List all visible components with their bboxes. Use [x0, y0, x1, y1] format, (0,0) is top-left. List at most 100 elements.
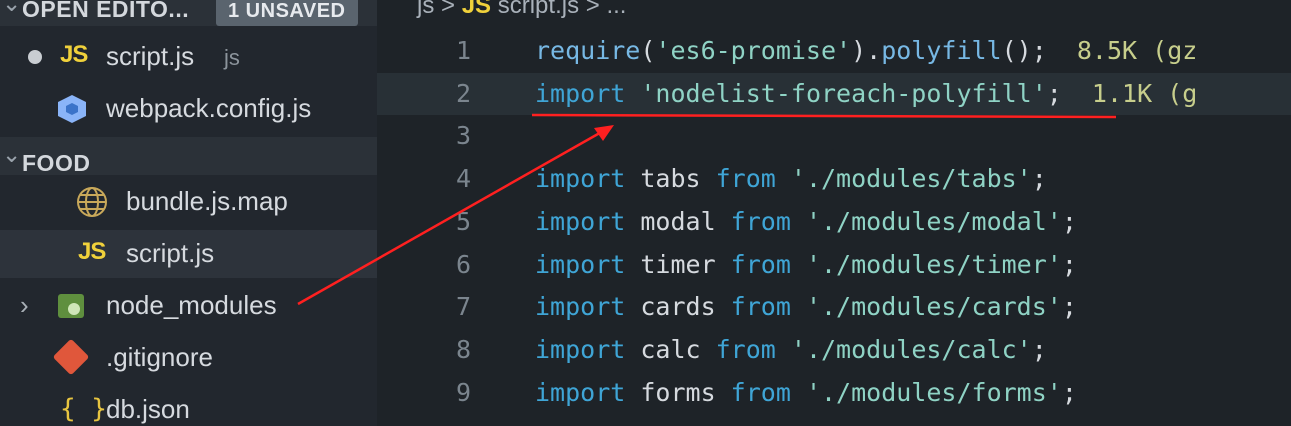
code-text: import 'nodelist-foreach-polyfill'; 1.1K… — [535, 73, 1197, 115]
code-token: polyfill — [881, 36, 1002, 65]
unsaved-dot-icon[interactable] — [28, 50, 42, 64]
code-token: from — [730, 292, 791, 322]
code-line[interactable]: 5 import modal from './modules/modal'; — [377, 201, 1291, 243]
code-token: from — [730, 377, 791, 407]
code-editor[interactable]: js > JS script.js > ... 1 require('es6-pr… — [377, 0, 1291, 426]
code-token: ; — [1031, 334, 1047, 364]
code-line[interactable]: 1 require('es6-promise').polyfill(); 8.5K… — [377, 30, 1291, 72]
code-token: ; — [1031, 164, 1047, 194]
file-name: script.js — [126, 238, 215, 268]
code-text: require('es6-promise').polyfill(); 8.5K … — [535, 30, 1197, 72]
code-line[interactable]: 2 import 'nodelist-foreach-polyfill'; 1.1… — [377, 72, 1291, 115]
code-text: import forms from './modules/forms'; — [535, 372, 1077, 414]
code-text: import cards from './modules/cards'; — [535, 286, 1077, 328]
breadcrumb: js > JS script.js > ... — [417, 0, 626, 20]
chevron-down-icon: ⌄ — [2, 141, 22, 167]
code-token: require — [535, 36, 641, 65]
line-number: 8 — [455, 334, 471, 364]
tree-item-db-json[interactable]: { } db.json — [0, 386, 377, 426]
line-number: 4 — [455, 164, 471, 194]
code-token: timer — [625, 249, 731, 279]
code-token: forms — [625, 377, 731, 407]
webpack-icon — [58, 95, 86, 123]
code-token: ; — [1061, 249, 1077, 279]
tree-item-bundle-js-map[interactable]: bundle.js.map — [0, 178, 377, 226]
code-line[interactable]: 4 import tabs from './modules/tabs'; — [377, 158, 1291, 200]
code-token: './modules/modal' — [805, 206, 1062, 236]
code-token: calc — [625, 334, 716, 364]
open-editor-item-script-js[interactable]: JS script.js js — [0, 33, 377, 81]
code-token: ). — [851, 36, 882, 65]
code-token: modal — [625, 206, 731, 236]
code-token: './modules/timer' — [805, 249, 1062, 279]
code-token: tabs — [625, 164, 716, 194]
code-text: import tabs from './modules/tabs'; — [535, 158, 1047, 200]
import-cost-annotation: 8.5K (gz — [1046, 36, 1198, 65]
line-number: 1 — [455, 36, 471, 65]
code-line[interactable]: 6 import timer from './modules/timer'; — [377, 244, 1291, 286]
code-token: './modules/tabs' — [790, 164, 1032, 194]
code-token: ; — [1061, 206, 1077, 236]
code-token: import — [535, 78, 626, 108]
code-token: ; — [1061, 377, 1077, 407]
globe-js-icon — [74, 184, 110, 227]
tree-item-gitignore[interactable]: .gitignore — [0, 334, 377, 382]
code-line[interactable]: 7 import cards from './modules/cards'; — [377, 286, 1291, 328]
line-number: 5 — [455, 206, 471, 236]
tree-item-script-js[interactable]: JS script.js — [0, 230, 377, 278]
code-token: import — [535, 377, 626, 407]
code-token: './modules/forms' — [805, 377, 1062, 407]
open-editors-header[interactable]: ⌄ OPEN EDITO... 1 UNSAVED — [0, 0, 377, 26]
code-token: './modules/calc' — [790, 334, 1032, 364]
breadcrumb-file[interactable]: script.js — [498, 0, 579, 19]
folder-header-food[interactable]: ⌄ FOOD — [0, 137, 377, 176]
code-token: 'es6-promise' — [655, 36, 852, 65]
file-folder-hint: js — [224, 45, 240, 70]
code-token: from — [715, 334, 776, 364]
js-file-icon: JS — [78, 238, 106, 265]
code-text: import calc from './modules/calc'; — [535, 329, 1047, 371]
file-name: webpack.config.js — [106, 93, 312, 123]
node-modules-folder-icon — [58, 294, 84, 318]
code-token: ( — [640, 36, 656, 65]
code-token: from — [730, 206, 791, 236]
line-number: 6 — [455, 249, 471, 279]
code-token: (); — [1001, 36, 1047, 65]
code-token: ; — [1046, 78, 1062, 108]
code-line[interactable]: 8 import calc from './modules/calc'; — [377, 329, 1291, 371]
breadcrumb-folder[interactable]: js — [417, 0, 434, 19]
breadcrumb-separator: > — [585, 0, 600, 19]
file-name: .gitignore — [106, 342, 213, 372]
import-cost-annotation: 1.1K (g — [1061, 78, 1198, 108]
explorer-sidebar: ⌄ OPEN EDITO... 1 UNSAVED JS script.js j… — [0, 0, 377, 426]
code-token: import — [535, 206, 626, 236]
code-line[interactable]: 9 import forms from './modules/forms'; — [377, 372, 1291, 414]
code-token: cards — [625, 292, 731, 322]
breadcrumb-more[interactable]: ... — [606, 0, 626, 19]
js-file-icon: JS — [461, 0, 492, 19]
folder-title: FOOD — [22, 150, 91, 176]
chevron-right-icon[interactable]: › — [20, 290, 29, 321]
js-file-icon: JS — [60, 41, 88, 68]
git-icon — [52, 338, 90, 376]
code-text: import timer from './modules/timer'; — [535, 244, 1077, 286]
line-number: 3 — [455, 121, 471, 151]
code-token: import — [535, 292, 626, 322]
breadcrumb-separator: > — [441, 0, 456, 19]
code-token: './modules/cards' — [805, 292, 1062, 322]
json-braces-icon: { } — [60, 394, 107, 424]
file-name: script.js — [106, 41, 195, 71]
unsaved-badge: 1 UNSAVED — [216, 0, 358, 26]
code-token: import — [535, 334, 626, 364]
open-editor-item-webpack-config[interactable]: webpack.config.js — [0, 85, 377, 133]
tree-item-node-modules[interactable]: › node_modules — [0, 282, 377, 330]
code-line[interactable]: 3 — [377, 115, 1291, 157]
open-editors-title: OPEN EDITO... — [22, 0, 190, 22]
line-number: 9 — [455, 377, 471, 407]
line-number: 2 — [455, 78, 471, 108]
